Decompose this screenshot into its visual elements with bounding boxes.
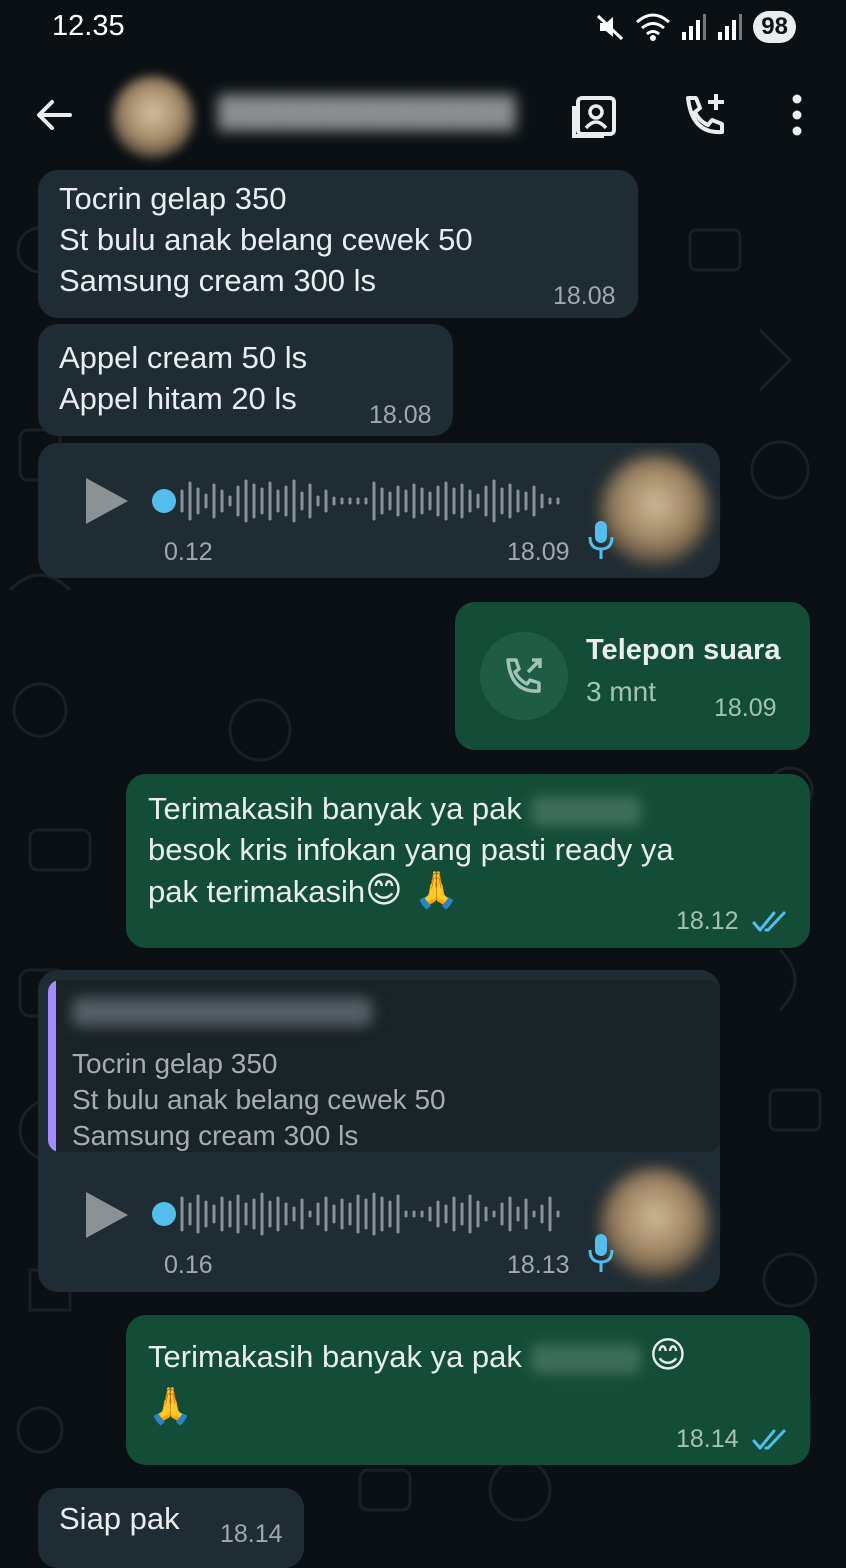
- outgoing-call-icon: [506, 658, 542, 693]
- message-line-3: pak terimakasih: [148, 874, 366, 909]
- add-call-icon[interactable]: [678, 88, 732, 142]
- message-bubble[interactable]: Siap pak 18.14: [38, 1488, 304, 1568]
- message-text: Tocrin gelap 350 St bulu anak belang cew…: [59, 181, 473, 298]
- battery-level: 98: [753, 11, 796, 43]
- emoji: 🙏: [148, 1386, 193, 1427]
- mic-icon: [588, 1234, 614, 1272]
- sender-avatar: [600, 455, 710, 565]
- emoji: 😊 🙏: [365, 870, 459, 911]
- message-text: Terimakasih banyak ya pak 😊 🙏: [148, 1335, 687, 1437]
- message-time: 18.09: [714, 694, 777, 722]
- signal-icon: [682, 14, 707, 40]
- call-title: Telepon suara: [586, 634, 781, 666]
- message-time: 18.12: [676, 907, 739, 935]
- message-time: 18.09: [507, 538, 570, 566]
- voice-waveform[interactable]: [148, 471, 568, 531]
- voice-duration: 0.12: [164, 538, 213, 566]
- video-call-icon[interactable]: [570, 88, 624, 142]
- message-line-1: Terimakasih banyak ya pak: [148, 791, 522, 826]
- message-time: 18.14: [220, 1520, 283, 1548]
- call-log-bubble[interactable]: Telepon suara 3 mnt 18.09: [455, 602, 810, 750]
- read-receipt-icon: [752, 911, 786, 932]
- blurred-name: [530, 1343, 641, 1374]
- wifi-icon: [636, 13, 671, 41]
- quote-accent-bar: [48, 980, 56, 1152]
- message-time: 18.13: [507, 1251, 570, 1279]
- quoted-text: Tocrin gelap 350 St bulu anak belang cew…: [72, 1048, 446, 1151]
- quoted-author-blurred: [72, 998, 372, 1026]
- message-time: 18.14: [676, 1425, 739, 1453]
- status-time: 12.35: [52, 10, 125, 42]
- message-bubble[interactable]: Terimakasih banyak ya pak 😊 🙏 18.14: [126, 1315, 810, 1465]
- voice-message-bubble[interactable]: 0.12 18.09: [38, 443, 720, 578]
- message-line-2: besok kris infokan yang pasti ready ya: [148, 832, 674, 867]
- message-bubble[interactable]: Appel cream 50 ls Appel hitam 20 ls 18.0…: [38, 324, 453, 436]
- quoted-message[interactable]: Tocrin gelap 350 St bulu anak belang cew…: [48, 980, 720, 1152]
- message-bubble[interactable]: Terimakasih banyak ya pak besok kris inf…: [126, 774, 810, 948]
- back-arrow-icon[interactable]: [30, 90, 80, 140]
- call-icon-circle: [480, 632, 568, 720]
- message-text: Siap pak: [59, 1501, 180, 1536]
- message-time: 18.08: [553, 282, 616, 310]
- status-icons: 98: [595, 10, 796, 44]
- voice-duration: 0.16: [164, 1251, 213, 1279]
- call-duration: 3 mnt: [586, 676, 657, 707]
- voice-reply-bubble[interactable]: Tocrin gelap 350 St bulu anak belang cew…: [38, 970, 720, 1292]
- message-text: Appel cream 50 ls Appel hitam 20 ls: [59, 340, 308, 416]
- read-receipt-icon: [752, 1429, 786, 1450]
- play-icon[interactable]: [82, 1190, 132, 1240]
- play-icon[interactable]: [82, 476, 132, 526]
- mic-icon: [588, 521, 614, 559]
- emoji: 😊: [649, 1335, 687, 1376]
- chat-header: ██████████████: [0, 60, 846, 170]
- signal-icon-2: [718, 14, 743, 40]
- message-text: Terimakasih banyak ya pak besok kris inf…: [148, 788, 674, 912]
- status-bar: 12.35 98: [0, 0, 846, 60]
- mute-icon: [597, 14, 624, 41]
- more-vert-icon[interactable]: [770, 88, 824, 142]
- contact-avatar[interactable]: [112, 76, 194, 158]
- message-bubble[interactable]: Tocrin gelap 350 St bulu anak belang cew…: [38, 170, 638, 318]
- message-line-1: Terimakasih banyak ya pak: [148, 1339, 522, 1374]
- contact-name-blurred[interactable]: ██████████████: [218, 96, 516, 130]
- voice-waveform[interactable]: [148, 1184, 568, 1244]
- message-time: 18.08: [369, 401, 432, 429]
- blurred-name: [530, 795, 641, 826]
- sender-avatar: [600, 1168, 710, 1278]
